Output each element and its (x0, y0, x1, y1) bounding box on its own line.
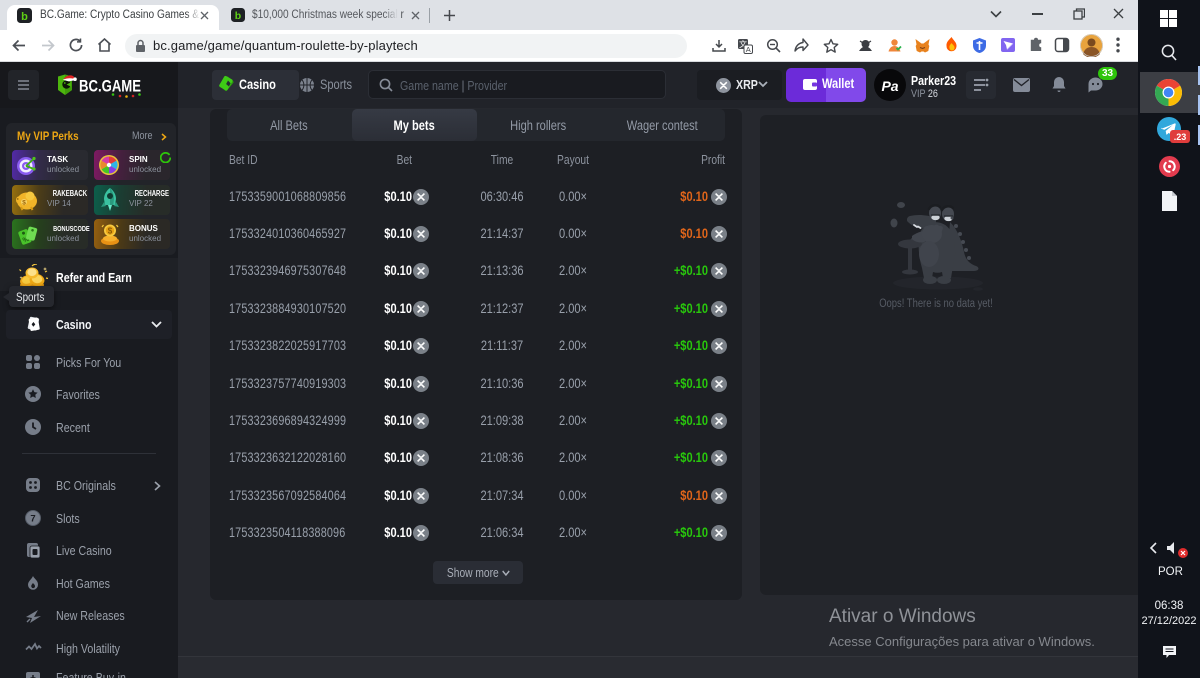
svg-text:7: 7 (30, 514, 35, 525)
svg-text:A: A (746, 45, 751, 54)
svg-text:$: $ (108, 227, 113, 236)
svg-text:$: $ (22, 200, 26, 207)
svg-text:b: b (235, 10, 241, 22)
svg-text:BC.GAME: BC.GAME (79, 77, 141, 96)
svg-text:Pa: Pa (881, 78, 898, 94)
svg-text:b: b (21, 11, 28, 23)
